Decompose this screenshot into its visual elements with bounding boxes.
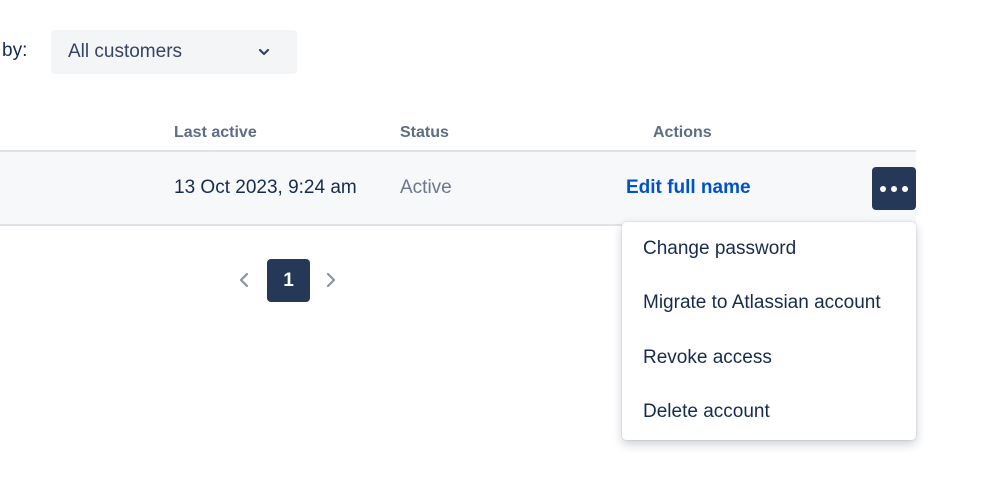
more-actions-button[interactable]	[872, 167, 916, 210]
edit-full-name-link[interactable]: Edit full name	[626, 177, 751, 199]
menu-item-migrate-to-atlassian-account[interactable]: Migrate to Atlassian account	[622, 276, 916, 330]
filter-selected-value: All customers	[68, 41, 183, 62]
column-header-status: Status	[400, 124, 449, 141]
status-cell: Active	[400, 177, 452, 198]
more-actions-menu: Change password Migrate to Atlassian acc…	[622, 222, 916, 440]
column-header-actions: Actions	[653, 124, 712, 141]
chevron-left-icon	[239, 272, 249, 288]
table-row	[0, 152, 916, 224]
next-page-button[interactable]	[321, 270, 341, 290]
chevron-down-icon	[258, 48, 270, 56]
customers-page: by: All customers Last active Status Act…	[0, 0, 999, 493]
current-page-button[interactable]: 1	[267, 259, 310, 302]
filter-label: by:	[2, 40, 28, 61]
customer-filter-select[interactable]: All customers	[51, 30, 297, 74]
menu-item-revoke-access[interactable]: Revoke access	[622, 331, 916, 385]
column-header-last-active: Last active	[174, 124, 257, 141]
menu-item-change-password[interactable]: Change password	[622, 222, 916, 276]
previous-page-button[interactable]	[234, 270, 254, 290]
last-active-cell: 13 Oct 2023, 9:24 am	[174, 177, 357, 198]
chevron-right-icon	[326, 272, 336, 288]
menu-item-delete-account[interactable]: Delete account	[622, 385, 916, 439]
more-horizontal-icon	[878, 185, 911, 192]
